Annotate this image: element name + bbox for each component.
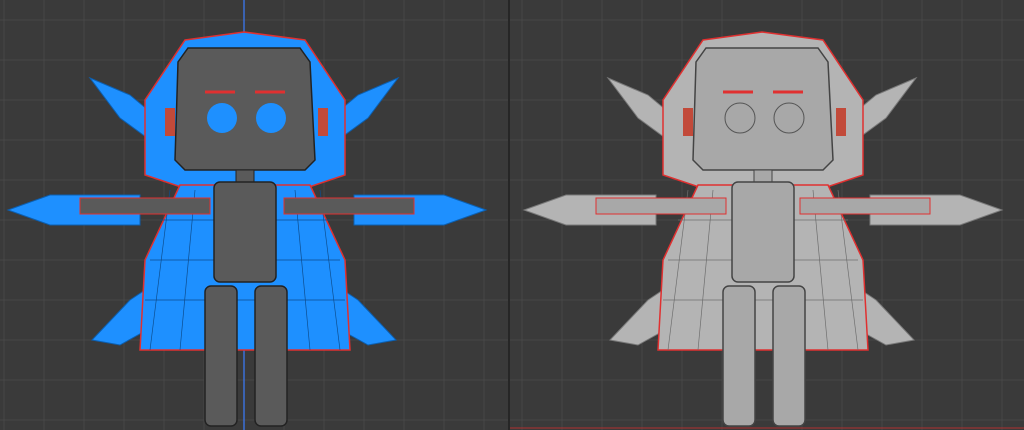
left-viewport-canvas[interactable] [0,0,508,430]
right-ear [318,108,328,136]
torso [731,181,795,283]
head [692,47,834,171]
right-eye [256,103,286,133]
left-eye [724,102,756,134]
right-leg [772,285,806,427]
left-leg [722,285,756,427]
right-leg [254,285,288,427]
right-arm [799,197,931,215]
right-viewport[interactable] [510,0,1024,430]
left-viewport[interactable] [0,0,508,430]
head [174,47,316,171]
left-ear [165,108,175,136]
robot-model-solid[interactable] [522,31,1004,427]
torso [213,181,277,283]
right-viewport-canvas[interactable] [510,0,1024,430]
right-eye [773,102,805,134]
right-arm [283,197,415,215]
left-ear [683,108,693,136]
left-leg [204,285,238,427]
robot-model-xray[interactable] [6,31,488,427]
left-arm [595,197,727,215]
left-arm [79,197,211,215]
left-eye [207,103,237,133]
right-ear [836,108,846,136]
